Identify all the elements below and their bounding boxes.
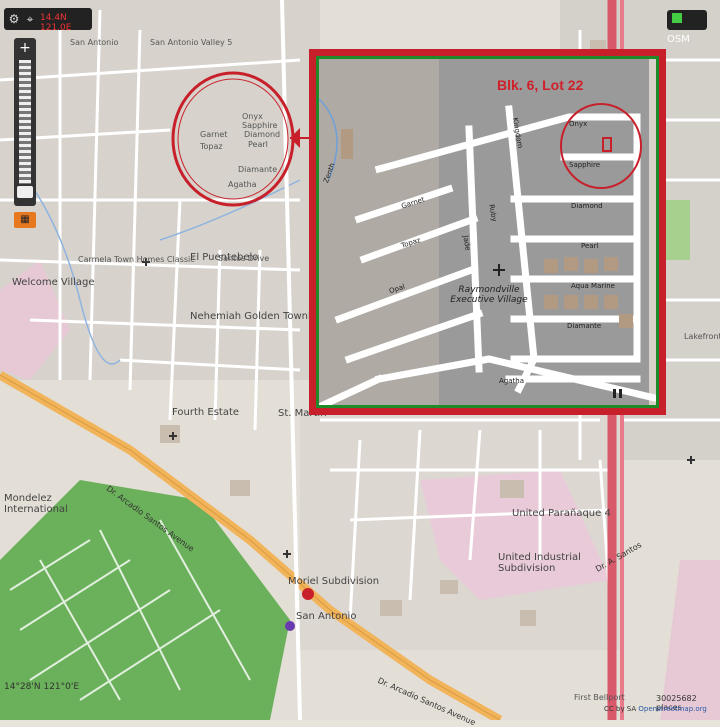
inset-label-diamante: Diamante: [567, 322, 602, 330]
gear-icon[interactable]: ⚙: [6, 11, 22, 27]
inset-label-sapphire: Sapphire: [569, 161, 601, 169]
toolbar-coords: 14.4N 121.0E: [40, 13, 72, 33]
osm-link[interactable]: Openstreetmap.org: [638, 705, 706, 713]
crosshair-icon[interactable]: ⌖: [22, 11, 38, 27]
inset-label-agatha: Agatha: [499, 377, 524, 385]
map-toolbar: ⚙ ⌖ 14.4N 121.0E: [4, 8, 92, 33]
footer-cc-label: CC by SA: [604, 705, 637, 713]
layers-icon[interactable]: ▦: [14, 212, 36, 228]
zoom-slider-handle[interactable]: [17, 186, 33, 198]
inset-label-onyx: Onyx: [569, 120, 588, 128]
zoom-in-button[interactable]: +: [14, 40, 36, 56]
osm-label: OSM: [667, 34, 690, 45]
osm-layer-button[interactable]: OSM: [667, 10, 707, 45]
inset-map-frame: Blk. 6, Lot 22 Onyx Sapphire Diamond Pea…: [309, 49, 666, 415]
inset-title: Blk. 6, Lot 22: [497, 77, 584, 93]
zoom-control: +: [14, 38, 36, 206]
footer-coordinates: 14°28'N 121°0'E: [4, 682, 80, 692]
footer-attribution: CC by SA Openstreetmap.org: [604, 705, 707, 713]
zoom-slider-track[interactable]: [19, 60, 31, 184]
inset-label-diamond: Diamond: [571, 202, 603, 210]
inset-label-aqua-marine: Aqua Marine: [571, 282, 615, 290]
inset-map[interactable]: Blk. 6, Lot 22 Onyx Sapphire Diamond Pea…: [316, 56, 659, 408]
osm-icon: [672, 13, 682, 23]
inset-map-drawing: [319, 59, 656, 405]
inset-label-village: Raymondville Executive Village: [450, 285, 528, 305]
inset-label-pearl: Pearl: [581, 242, 599, 250]
